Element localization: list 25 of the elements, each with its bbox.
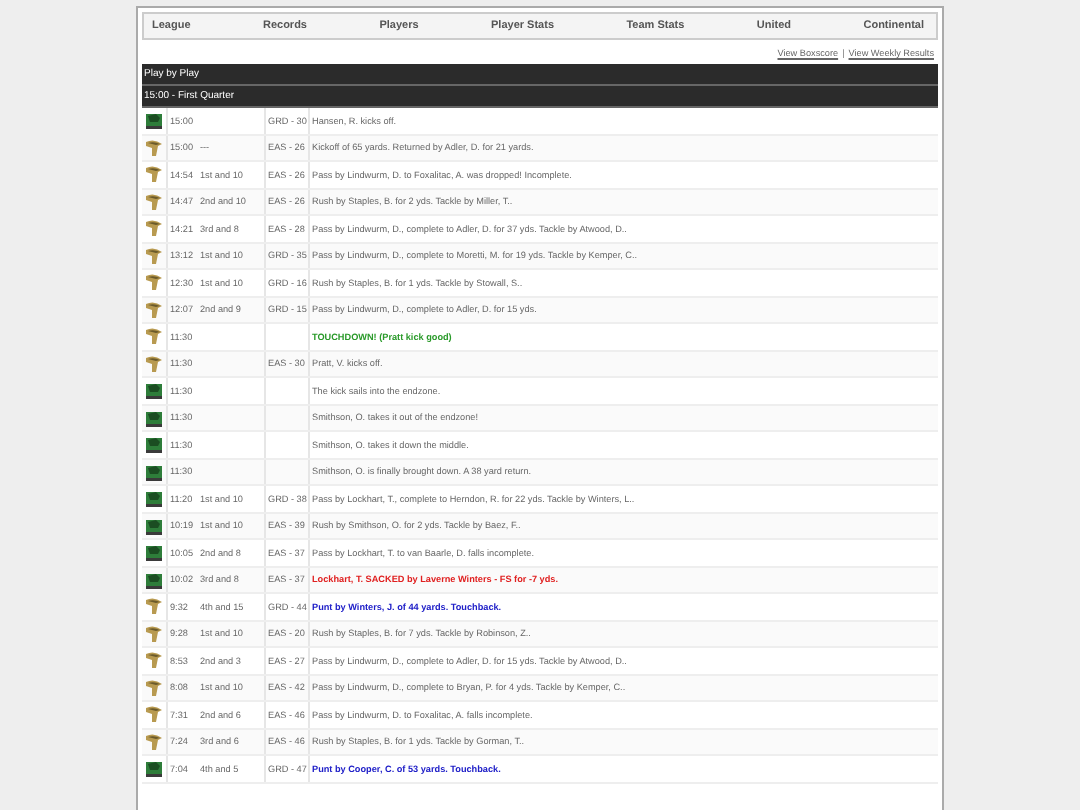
bird-logo-icon bbox=[144, 677, 164, 698]
bird-logo-icon bbox=[144, 299, 164, 320]
team-logo-icon bbox=[144, 461, 164, 482]
team-logo-icon bbox=[144, 758, 164, 779]
bird-logo-icon bbox=[144, 218, 164, 239]
bird-logo-icon bbox=[144, 245, 164, 266]
team-logo-icon bbox=[144, 542, 164, 563]
bird-logo-icon bbox=[144, 164, 164, 185]
team-logo-icon bbox=[144, 515, 164, 536]
team-logo-icon bbox=[144, 434, 164, 455]
bird-logo-icon bbox=[144, 596, 164, 617]
team-logo-icon bbox=[144, 488, 164, 509]
team-logo-icon bbox=[144, 380, 164, 401]
bird-logo-icon bbox=[144, 326, 164, 347]
bird-logo-icon bbox=[144, 353, 164, 374]
team-logo-icon bbox=[144, 407, 164, 428]
bird-logo-icon bbox=[144, 272, 164, 293]
bird-logo-icon bbox=[144, 704, 164, 725]
bird-logo-icon bbox=[144, 731, 164, 752]
bird-logo-icon bbox=[144, 623, 164, 644]
team-logo-icon bbox=[144, 569, 164, 590]
bird-logo-icon bbox=[144, 191, 164, 212]
team-logo-icon bbox=[144, 110, 164, 131]
bird-logo-icon bbox=[144, 137, 164, 158]
bird-logo-icon bbox=[144, 650, 164, 671]
